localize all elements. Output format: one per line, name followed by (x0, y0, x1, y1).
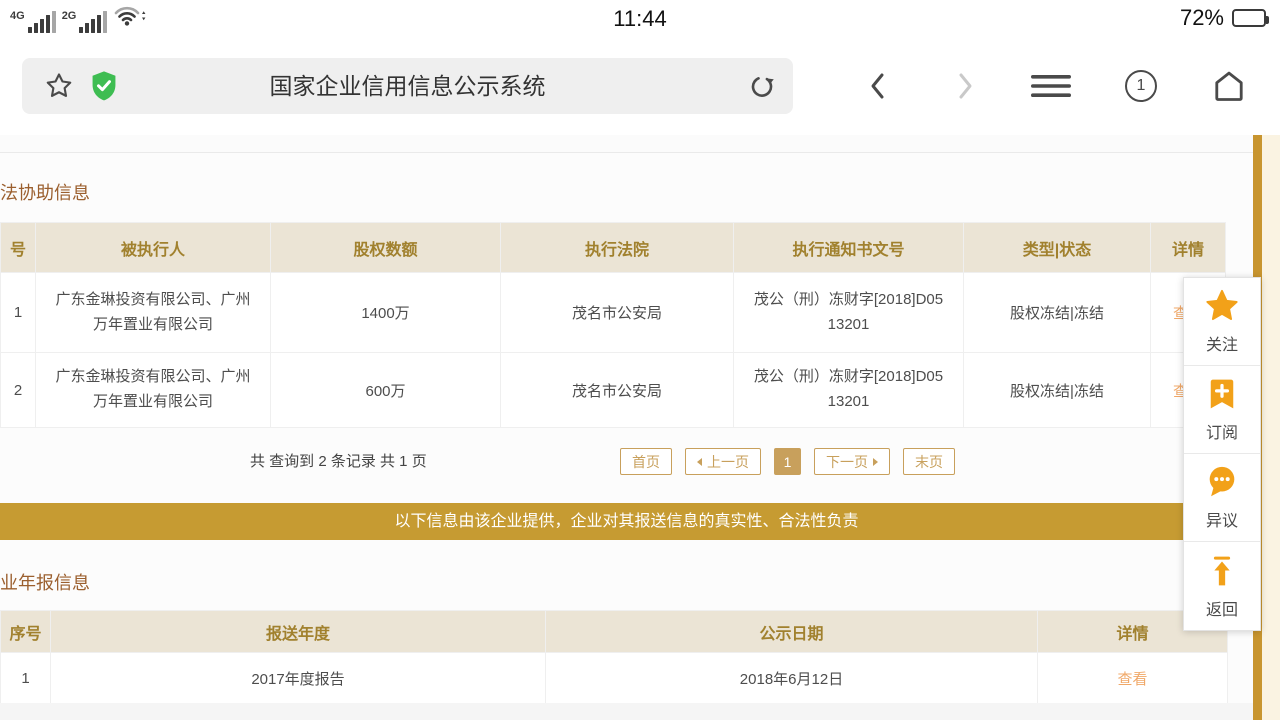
col-header-no: 序号 (1, 611, 51, 653)
view-detail-link[interactable]: 查看 (1117, 671, 1147, 688)
cell-no: 2 (1, 353, 36, 428)
favorite-star-icon[interactable] (44, 71, 74, 106)
cell-court: 茂名市公安局 (501, 353, 734, 428)
next-row-partial (0, 703, 1253, 720)
webpage-viewport: 法协助信息 号 被执行人 股权数额 执行法院 执行通知书文号 类型|状态 详情 … (0, 135, 1280, 720)
back-to-top-icon (1204, 553, 1240, 594)
back-icon[interactable] (856, 66, 900, 106)
cell-doc: 茂公（刑）冻财字[2018]D0513201 (734, 353, 964, 428)
back-to-top-label: 返回 (1206, 596, 1238, 620)
judicial-assistance-table: 号 被执行人 股权数额 执行法院 执行通知书文号 类型|状态 详情 1 广东金琳… (0, 222, 1226, 428)
col-header-court: 执行法院 (501, 223, 734, 273)
section-title-judicial-assistance: 法协助信息 (0, 179, 90, 205)
subscribe-label: 订阅 (1206, 419, 1238, 443)
top-divider (0, 135, 1253, 153)
menu-icon[interactable] (1029, 66, 1073, 106)
col-header-party: 被执行人 (36, 223, 271, 273)
prev-page-label: 上一页 (707, 452, 749, 472)
cell-party: 广东金琳投资有限公司、广州万年置业有限公司 (36, 353, 271, 428)
cell-report-year: 2017年度报告 (51, 653, 546, 704)
annual-report-table: 序号 报送年度 公示日期 详情 1 2017年度报告 2018年6月12日 查看 (0, 610, 1228, 704)
cell-type: 股权冻结|冻结 (964, 273, 1151, 353)
back-to-top-button[interactable]: 返回 (1184, 542, 1260, 630)
col-header-publish-date: 公示日期 (546, 611, 1038, 653)
cell-no: 1 (1, 653, 51, 704)
col-header-doc: 执行通知书文号 (734, 223, 964, 273)
col-header-amount: 股权数额 (271, 223, 501, 273)
cell-amount: 600万 (271, 353, 501, 428)
page-title: 国家企业信用信息公示系统 (22, 58, 793, 114)
bookmark-plus-icon (1204, 376, 1240, 417)
next-page-button[interactable]: 下一页 (814, 448, 890, 475)
status-bar: 4G 2G 11:44 72% (0, 0, 1280, 38)
browser-toolbar: 国家企业信用信息公示系统 1 (0, 38, 1280, 133)
col-header-no: 号 (1, 223, 36, 273)
prev-arrow-icon (697, 458, 702, 466)
cell-publish-date: 2018年6月12日 (546, 653, 1038, 704)
table-header-row: 号 被执行人 股权数额 执行法院 执行通知书文号 类型|状态 详情 (1, 223, 1226, 273)
record-count-summary: 共 查询到 2 条记录 共 1 页 (250, 447, 427, 477)
table-header-row: 序号 报送年度 公示日期 详情 (1, 611, 1228, 653)
cell-no: 1 (1, 273, 36, 353)
follow-label: 关注 (1206, 331, 1238, 355)
disclaimer-banner: 以下信息由该企业提供，企业对其报送信息的真实性、合法性负责 (0, 503, 1253, 540)
last-page-label: 末页 (915, 452, 943, 472)
subscribe-button[interactable]: 订阅 (1184, 366, 1260, 454)
refresh-icon[interactable] (747, 71, 777, 106)
current-page-button[interactable]: 1 (774, 448, 801, 475)
cell-court: 茂名市公安局 (501, 273, 734, 353)
col-header-report-year: 报送年度 (51, 611, 546, 653)
next-arrow-icon (873, 458, 878, 466)
col-header-type: 类型|状态 (964, 223, 1151, 273)
forward-icon[interactable] (943, 66, 987, 106)
first-page-label: 首页 (632, 452, 660, 472)
chat-icon (1203, 464, 1241, 505)
follow-button[interactable]: 关注 (1184, 278, 1260, 366)
home-icon[interactable] (1207, 66, 1251, 106)
current-page-number: 1 (784, 454, 792, 470)
cell-party: 广东金琳投资有限公司、广州万年置业有限公司 (36, 273, 271, 353)
pagination: 共 查询到 2 条记录 共 1 页 首页 上一页 1 下一页 末页 (0, 447, 1253, 477)
table-row: 1 广东金琳投资有限公司、广州万年置业有限公司 1400万 茂名市公安局 茂公（… (1, 273, 1226, 353)
floating-action-panel: 关注 订阅 异议 (1183, 277, 1261, 631)
section-title-annual-report: 业年报信息 (0, 569, 90, 595)
cell-type: 股权冻结|冻结 (964, 353, 1151, 428)
clock: 11:44 (0, 6, 1280, 32)
objection-label: 异议 (1206, 507, 1238, 531)
tab-count-badge[interactable]: 1 (1119, 66, 1163, 106)
table-row: 2 广东金琳投资有限公司、广州万年置业有限公司 600万 茂名市公安局 茂公（刑… (1, 353, 1226, 428)
right-edge-strip (1262, 135, 1280, 720)
battery-percent: 72% (1180, 5, 1224, 31)
last-page-button[interactable]: 末页 (903, 448, 955, 475)
cell-amount: 1400万 (271, 273, 501, 353)
tab-count: 1 (1137, 77, 1146, 95)
prev-page-button[interactable]: 上一页 (685, 448, 761, 475)
star-icon (1203, 288, 1241, 329)
address-bar[interactable]: 国家企业信用信息公示系统 (22, 58, 793, 114)
next-page-label: 下一页 (826, 452, 868, 472)
col-header-detail: 详情 (1151, 223, 1226, 273)
objection-button[interactable]: 异议 (1184, 454, 1260, 542)
cell-doc: 茂公（刑）冻财字[2018]D0513201 (734, 273, 964, 353)
security-shield-icon[interactable] (90, 70, 118, 107)
first-page-button[interactable]: 首页 (620, 448, 672, 475)
table-row: 1 2017年度报告 2018年6月12日 查看 (1, 653, 1228, 704)
battery-icon (1232, 9, 1266, 27)
